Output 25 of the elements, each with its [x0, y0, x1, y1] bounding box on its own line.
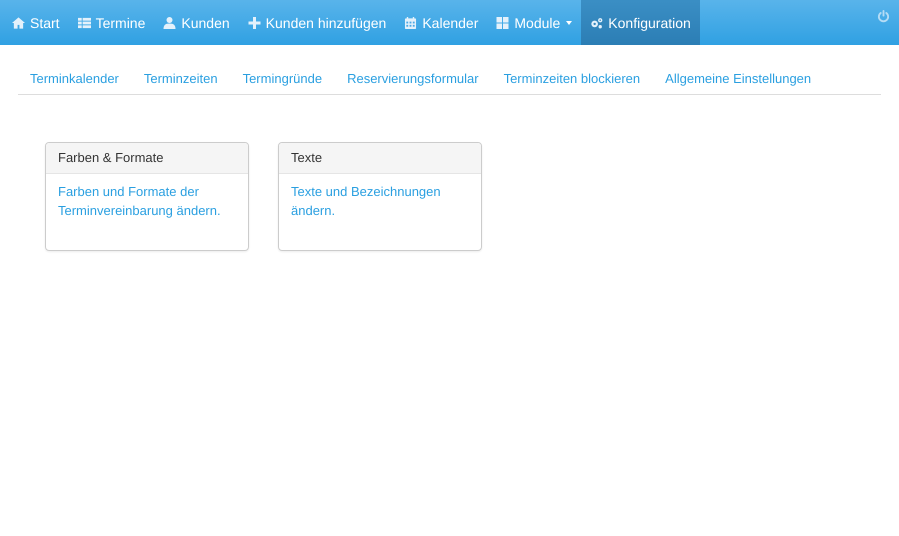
nav-item[interactable]: Kalender	[395, 0, 488, 45]
nav-item[interactable]: Start	[3, 0, 69, 45]
nav-item[interactable]: Termine	[68, 0, 154, 45]
subnav-link[interactable]: Allgemeine Einstellungen	[665, 71, 812, 86]
subnav-link[interactable]: Terminzeiten	[144, 71, 218, 86]
card-link[interactable]: Farben und Formate der Terminvereinbarung ändern.	[58, 182, 236, 220]
nav-item[interactable]: Kunden hinzufügen	[238, 0, 396, 45]
gears-icon	[590, 16, 604, 28]
nav-item[interactable]: Kunden	[154, 0, 239, 45]
power-icon[interactable]	[877, 10, 890, 23]
nav-item[interactable]: Konfiguration	[581, 0, 700, 45]
nav-item[interactable]: Module	[487, 0, 582, 45]
card-title: Farben & Formate	[46, 143, 248, 174]
card-title: Texte	[279, 143, 481, 174]
subnav-link[interactable]: Terminzeiten blockieren	[504, 71, 640, 86]
subnav-link[interactable]: Terminkalender	[30, 71, 119, 86]
subnav-link[interactable]: Reservierungsformular	[347, 71, 479, 86]
subnav-link[interactable]: Termingründe	[242, 71, 322, 86]
table-icon	[78, 16, 91, 28]
home-icon	[12, 16, 25, 28]
plus-icon	[248, 16, 261, 28]
card-link[interactable]: Texte und Bezeichnungen ändern.	[291, 182, 469, 220]
calendar-icon	[404, 16, 418, 28]
user-icon	[163, 16, 176, 28]
grid-icon	[496, 16, 510, 28]
